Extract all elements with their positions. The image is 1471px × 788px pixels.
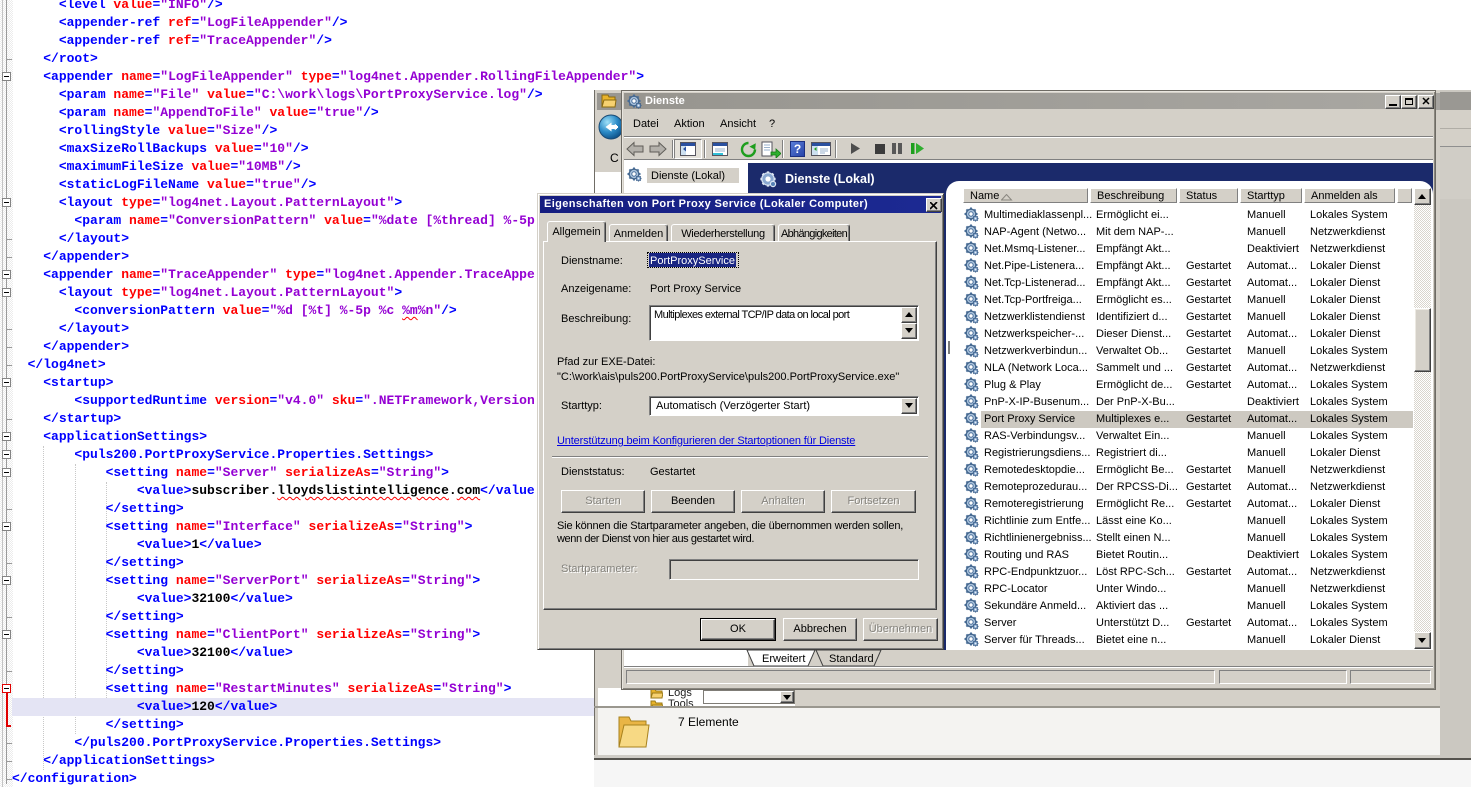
svg-text:Erweitert: Erweitert: [762, 653, 805, 665]
svg-text:Standard: Standard: [829, 653, 874, 665]
